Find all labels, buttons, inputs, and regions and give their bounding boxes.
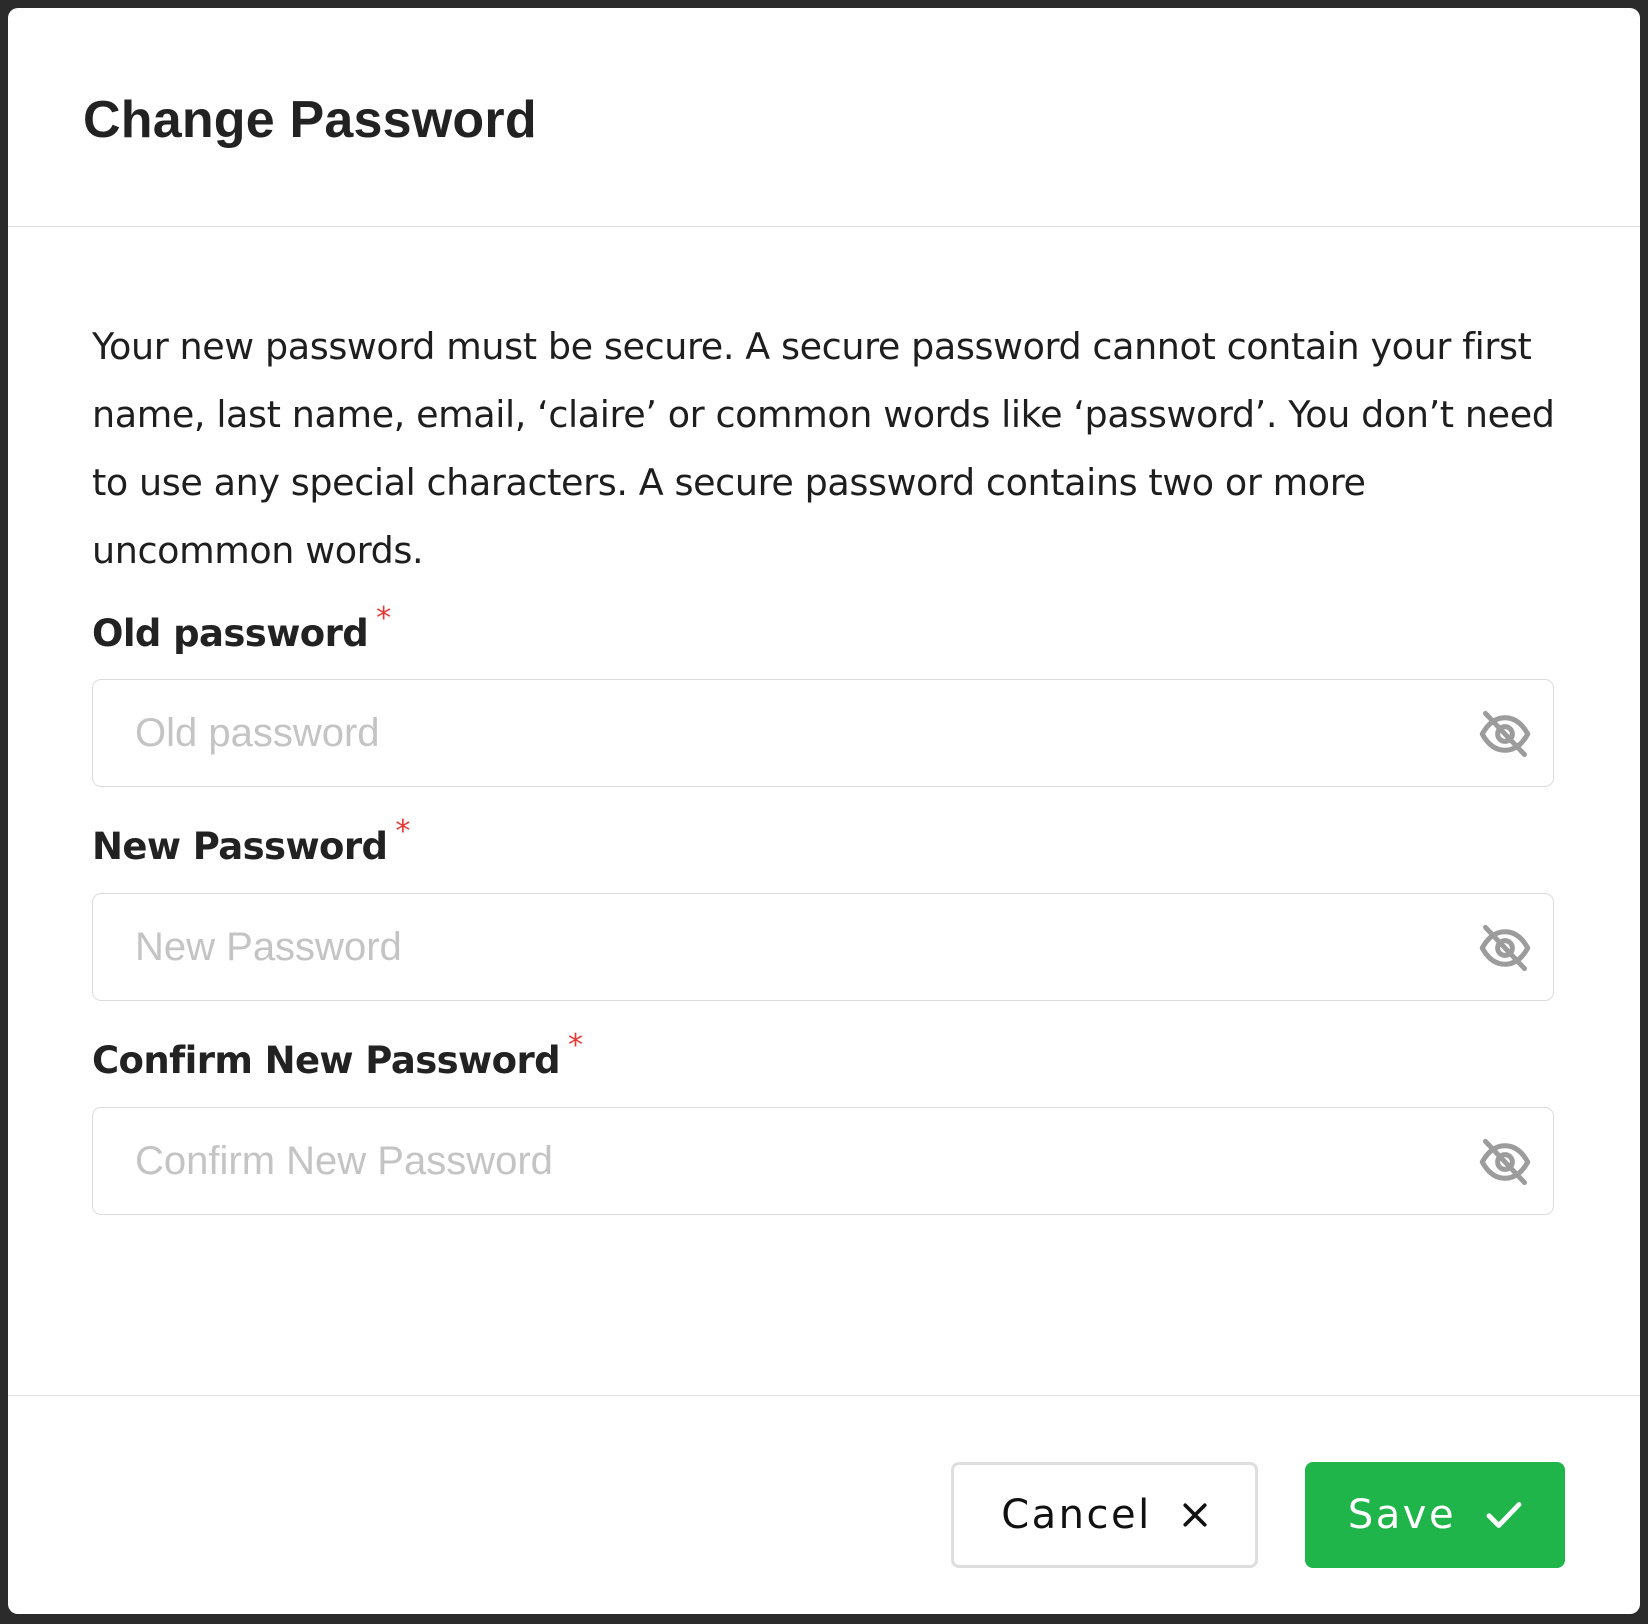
- eye-off-icon[interactable]: [1479, 1136, 1531, 1188]
- required-asterisk: *: [567, 1028, 583, 1063]
- dialog-footer: Cancel Save: [8, 1395, 1640, 1614]
- new-password-label: New Password *: [92, 814, 410, 868]
- close-icon: [1182, 1502, 1208, 1528]
- required-asterisk: *: [395, 814, 410, 849]
- old-password-label: Old password *: [92, 601, 391, 655]
- cancel-button-label: Cancel: [1001, 1492, 1152, 1538]
- confirm-password-field: [92, 1107, 1554, 1215]
- cancel-button[interactable]: Cancel: [951, 1462, 1258, 1568]
- eye-off-icon[interactable]: [1479, 922, 1531, 974]
- dialog-header: Change Password: [8, 8, 1640, 227]
- confirm-password-input[interactable]: [93, 1108, 1553, 1214]
- confirm-password-label: Confirm New Password *: [92, 1028, 583, 1082]
- save-button[interactable]: Save: [1305, 1462, 1565, 1568]
- required-asterisk: *: [376, 601, 391, 636]
- new-password-field: [92, 893, 1554, 1001]
- old-password-label-text: Old password: [92, 612, 369, 655]
- old-password-input[interactable]: [93, 680, 1553, 786]
- old-password-field: [92, 679, 1554, 787]
- eye-off-icon[interactable]: [1479, 708, 1531, 760]
- password-requirements-text: Your new password must be secure. A secu…: [92, 325, 1555, 572]
- new-password-input[interactable]: [93, 894, 1553, 1000]
- dialog-title: Change Password: [83, 91, 537, 149]
- change-password-dialog: Change Password Your new password must b…: [8, 8, 1640, 1614]
- save-button-label: Save: [1347, 1492, 1457, 1538]
- new-password-label-text: New Password: [92, 825, 388, 868]
- check-icon: [1486, 1500, 1522, 1530]
- confirm-password-label-text: Confirm New Password: [92, 1039, 561, 1082]
